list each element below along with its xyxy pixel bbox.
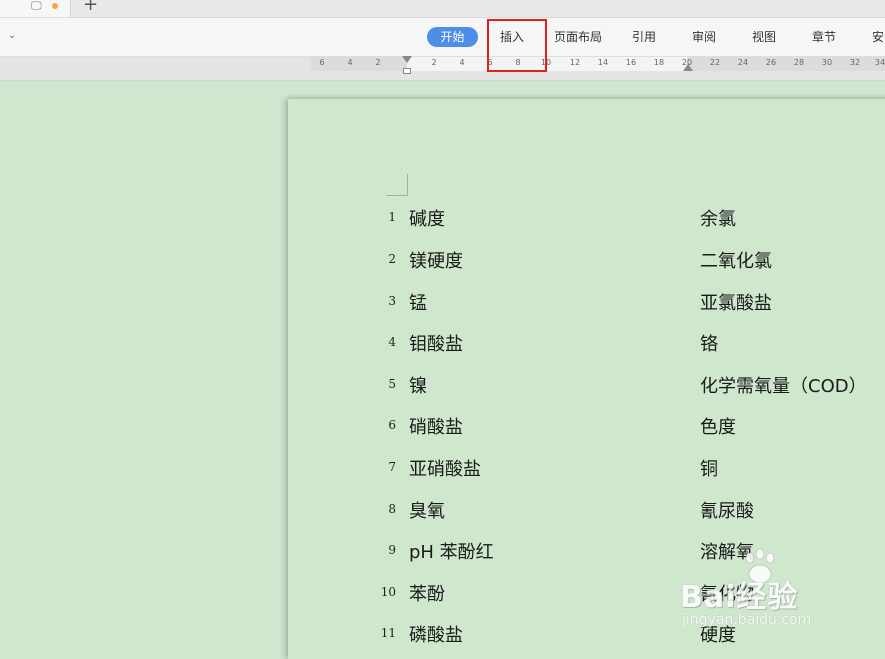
right-cell[interactable]: 余氯	[700, 205, 736, 231]
left-cell[interactable]: 镁硬度	[409, 247, 463, 273]
ruler-number: 28	[793, 58, 805, 67]
line-number: 4	[388, 335, 396, 349]
left-cell[interactable]: 苯酚	[409, 580, 445, 606]
right-cell[interactable]: 铜	[700, 455, 718, 481]
chevron-down-icon[interactable]: ⌄	[8, 30, 16, 41]
line-number: 3	[388, 294, 396, 308]
tab-references[interactable]: 引用	[626, 27, 662, 47]
right-cell[interactable]: 溶解氧	[700, 538, 754, 564]
line-number: 6	[388, 418, 396, 432]
line-number: 11	[380, 626, 396, 640]
ruler-number: 8	[515, 58, 521, 67]
ruler-number: 10	[540, 58, 552, 67]
ruler-number: 12	[569, 58, 581, 67]
left-cell[interactable]: 镍	[409, 372, 427, 398]
first-line-indent-handle[interactable]	[402, 56, 412, 63]
line-number: 9	[388, 543, 396, 557]
tab-insert[interactable]: 插入	[494, 27, 530, 47]
right-cell[interactable]: 亚氯酸盐	[700, 289, 772, 315]
right-indent-handle[interactable]	[683, 64, 693, 71]
monitor-icon: 🖵	[31, 0, 42, 12]
ruler-number: 16	[625, 58, 637, 67]
line-number: 7	[388, 460, 396, 474]
left-cell[interactable]: 钼酸盐	[409, 330, 463, 356]
ribbon-tab-bar: ⌄ 开始 插入 页面布局 引用 审阅 视图 章节 安	[0, 18, 885, 57]
right-cell[interactable]: 二氧化氯	[700, 247, 772, 273]
unsaved-dot-icon	[52, 3, 58, 9]
document-tab[interactable]: 🖵	[0, 0, 71, 17]
line-number: 2	[388, 252, 396, 266]
ruler-number: 22	[709, 58, 721, 67]
line-number: 8	[388, 502, 396, 516]
ruler-number: 24	[737, 58, 749, 67]
tab-page-layout[interactable]: 页面布局	[552, 27, 604, 47]
ruler-number: 14	[597, 58, 609, 67]
right-cell[interactable]: 化学需氧量（COD）	[700, 372, 867, 398]
ruler-number: 2	[431, 58, 437, 67]
right-cell[interactable]: 铬	[700, 330, 718, 356]
right-cell[interactable]: 色度	[700, 413, 736, 439]
ruler-number: 4	[347, 58, 353, 67]
title-bar: 🖵 +	[0, 0, 885, 18]
right-cell[interactable]: 氰尿酸	[700, 497, 754, 523]
line-number: 5	[388, 377, 396, 391]
ruler-number: 18	[653, 58, 665, 67]
line-number: 1	[388, 210, 396, 224]
ruler-number: 30	[821, 58, 833, 67]
line-number: 10	[380, 585, 396, 599]
left-cell[interactable]: 臭氧	[409, 497, 445, 523]
tab-chapter[interactable]: 章节	[806, 27, 842, 47]
margin-corner-mark	[386, 174, 408, 196]
right-cell[interactable]: 硬度	[700, 621, 736, 647]
left-indent-handle[interactable]	[403, 68, 411, 74]
ruler-number: 34	[874, 58, 885, 67]
left-cell[interactable]: 碱度	[409, 205, 445, 231]
new-tab-button[interactable]: +	[83, 0, 98, 14]
tab-security[interactable]: 安	[868, 27, 885, 47]
right-cell[interactable]: 氰化物	[700, 580, 754, 606]
tab-view[interactable]: 视图	[746, 27, 782, 47]
left-cell[interactable]: pH 苯酚红	[409, 538, 494, 564]
ruler-number: 26	[765, 58, 777, 67]
left-cell[interactable]: 硝酸盐	[409, 413, 463, 439]
ruler-number: 6	[319, 58, 325, 67]
left-cell[interactable]: 亚硝酸盐	[409, 455, 481, 481]
left-cell[interactable]: 锰	[409, 289, 427, 315]
ruler-number: 4	[459, 58, 465, 67]
left-cell[interactable]: 磷酸盐	[409, 621, 463, 647]
tab-review[interactable]: 审阅	[686, 27, 722, 47]
ruler-number: 32	[849, 58, 861, 67]
ruler-number: 6	[487, 58, 493, 67]
ruler-number: 2	[375, 58, 381, 67]
tab-start[interactable]: 开始	[427, 27, 478, 47]
